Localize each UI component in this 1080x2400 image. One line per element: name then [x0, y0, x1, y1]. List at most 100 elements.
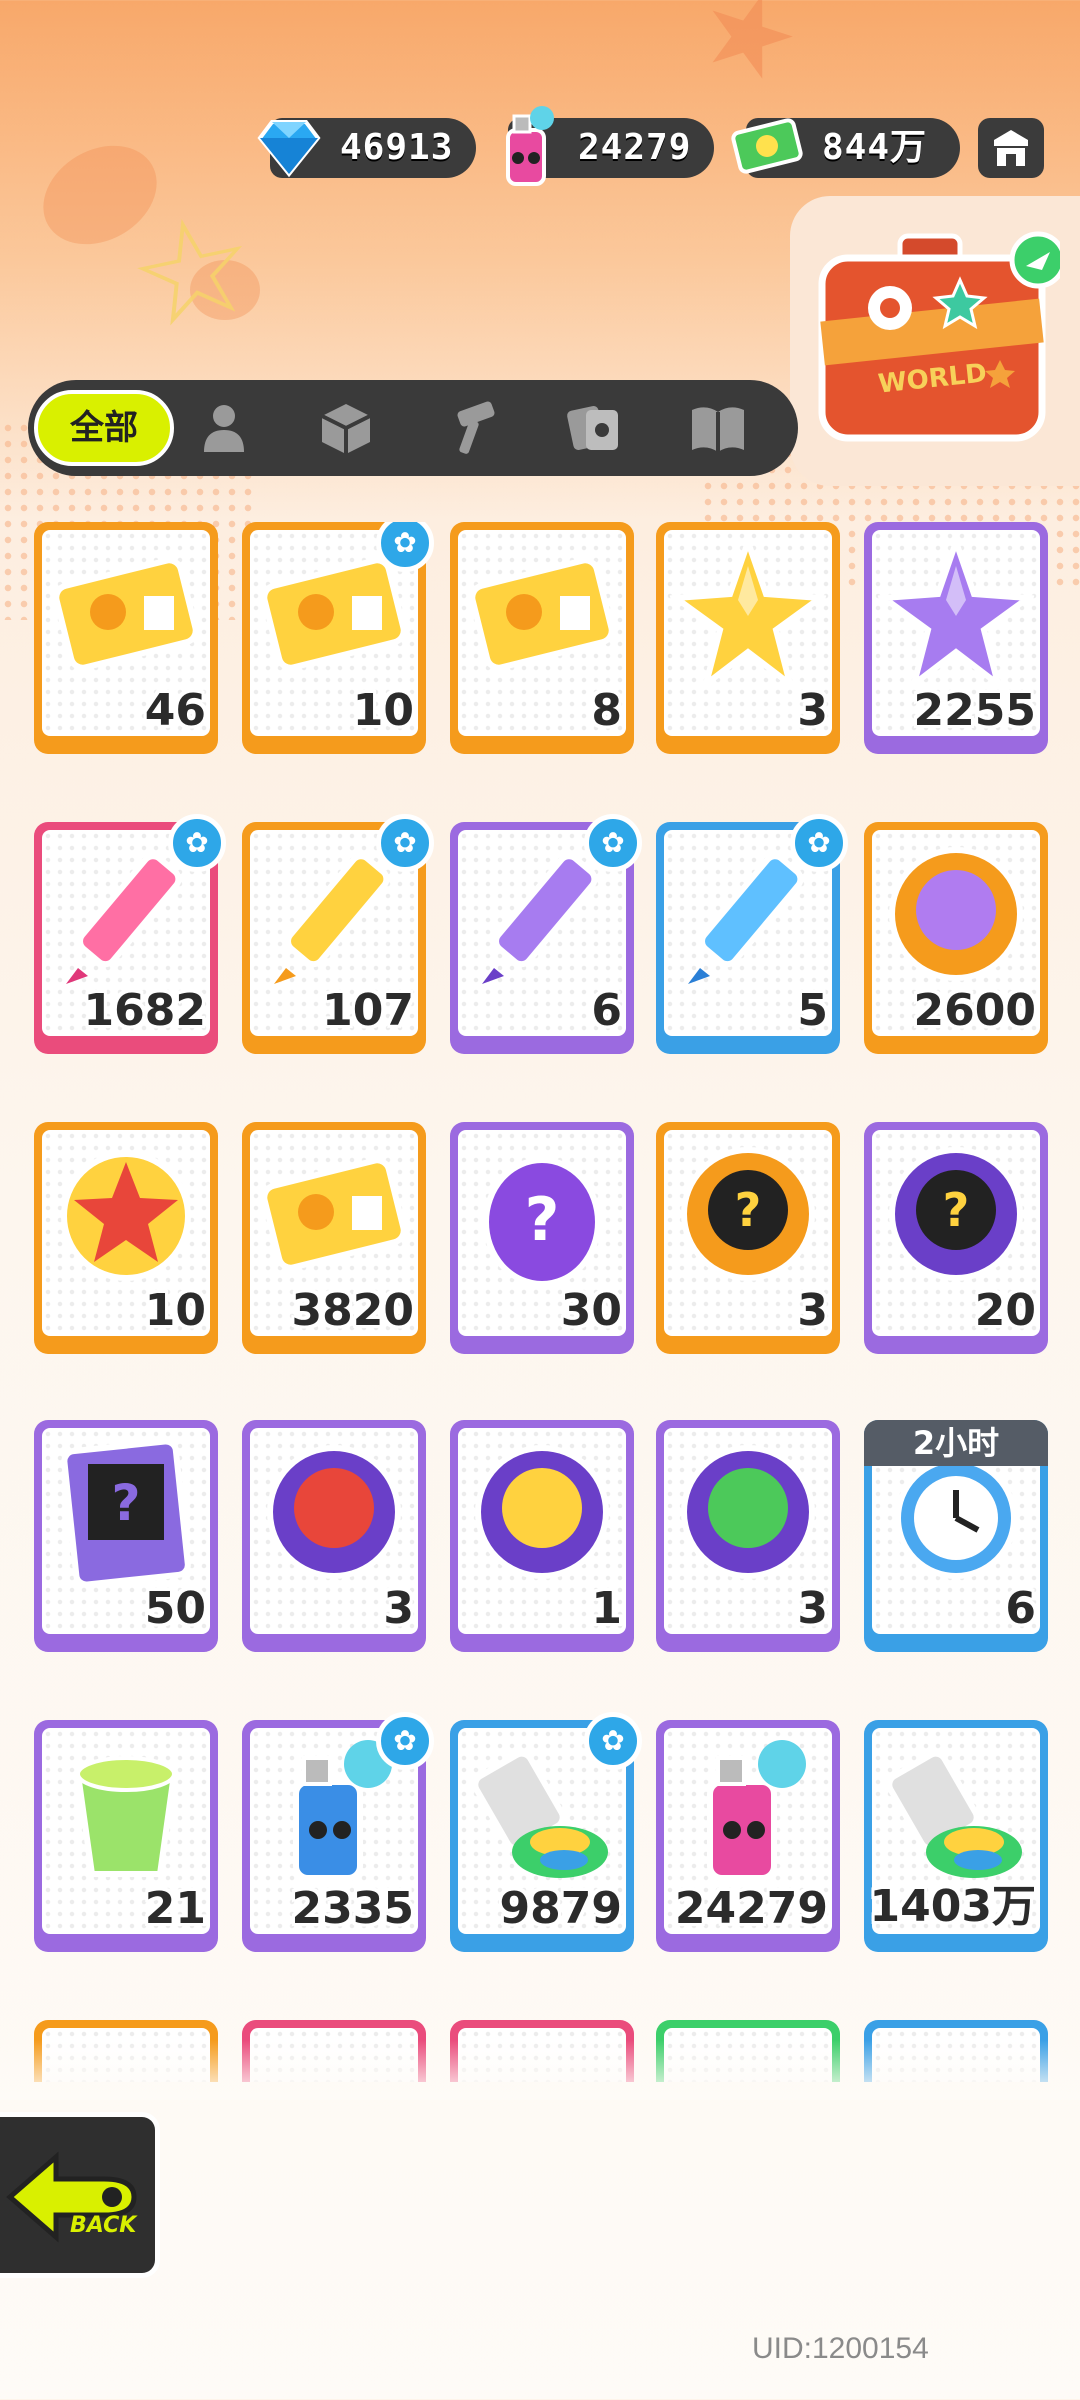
cool-coin-icon: [889, 847, 1023, 981]
inventory-item[interactable]: ✿ 1682: [34, 814, 226, 1054]
inventory-item[interactable]: ✿ 5: [656, 814, 848, 1054]
star-burst-icon: [61, 1151, 191, 1281]
inventory-item[interactable]: 2小时 6: [864, 1420, 1048, 1652]
grid-fade: [0, 2040, 1080, 2100]
svg-text:?: ?: [735, 1183, 762, 1237]
item-quantity: 2255: [913, 685, 1036, 736]
suitcase-icon: [818, 231, 1060, 442]
item-quantity: 8: [591, 685, 622, 736]
suitcase-panel[interactable]: WORLD: [790, 196, 1080, 486]
inventory-item[interactable]: ? 20: [864, 1122, 1048, 1354]
item-quantity: 1682: [83, 985, 206, 1036]
inventory-item[interactable]: ✿ 9879: [450, 1712, 642, 1952]
item-quantity: 5: [797, 985, 828, 1036]
purple-ticket-icon: [469, 557, 615, 671]
shop-icon: [994, 130, 1028, 166]
mystery-egg-icon: ?: [483, 1157, 601, 1287]
item-quantity: 46: [144, 685, 206, 736]
item-quantity: 3820: [291, 1285, 414, 1336]
shop-button[interactable]: [978, 118, 1044, 178]
inventory-item[interactable]: 24279: [656, 1720, 840, 1952]
rainbow-tube-icon: [886, 1750, 1022, 1878]
item-quantity: 2600: [913, 985, 1036, 1036]
green-cup-icon: [74, 1756, 178, 1877]
inventory-item[interactable]: 10: [34, 1122, 218, 1354]
inventory-item[interactable]: ✿ 6: [450, 814, 642, 1054]
item-quantity: 6: [591, 985, 622, 1036]
plant-orb-icon: [681, 1445, 815, 1579]
gold-mystery-badge-icon: ?: [681, 1147, 815, 1281]
rainbow-star-icon: [670, 536, 826, 692]
item-quantity: 1: [591, 1583, 622, 1634]
person-icon[interactable]: [194, 398, 254, 458]
red-fish-orb-icon: [267, 1445, 401, 1579]
box-icon[interactable]: [316, 398, 376, 458]
pink-spray-icon: [707, 1740, 806, 1881]
inventory-item[interactable]: ✿ 2335: [242, 1712, 434, 1952]
inventory-item[interactable]: 3: [656, 1420, 840, 1652]
book-icon[interactable]: [688, 398, 748, 458]
spray-value: 24279: [578, 127, 692, 168]
item-quantity: 1403万: [869, 1881, 1036, 1932]
item-quantity: 9879: [499, 1883, 622, 1934]
bg-star-icon: ☆: [114, 178, 272, 365]
svg-text:?: ?: [525, 1185, 560, 1255]
cards-icon[interactable]: [564, 398, 624, 458]
bg-star-icon: ★: [682, 0, 816, 111]
inventory-item[interactable]: 21: [34, 1720, 218, 1952]
yellow-squid-orb-icon: [475, 1445, 609, 1579]
svg-text:?: ?: [943, 1183, 970, 1237]
palm-tree-badge-icon: ✿: [376, 1712, 434, 1770]
item-timer: 2小时: [864, 1420, 1048, 1466]
purple-mystery-badge-icon: ?: [889, 1147, 1023, 1281]
diamond-icon: [257, 120, 321, 178]
item-quantity: 3: [797, 1285, 828, 1336]
inventory-item[interactable]: 1: [450, 1420, 634, 1652]
inventory-grid: 46 ✿ 10 8 3 2255 ✿ 1682 ✿ 107 ✿ 6 ✿ 5 2600: [34, 522, 1054, 2082]
travel-card-icon: ?: [61, 1438, 191, 1588]
item-quantity: 3: [797, 685, 828, 736]
inventory-item[interactable]: 3820: [242, 1122, 426, 1354]
inventory-item[interactable]: ✿ 107: [242, 814, 434, 1054]
inventory-item[interactable]: 3: [656, 522, 840, 754]
season-ticket-icon: [261, 1157, 407, 1271]
inventory-item[interactable]: 8: [450, 522, 634, 754]
cash-value: 844万: [822, 127, 928, 168]
inventory-item[interactable]: ? 30: [450, 1122, 634, 1354]
item-quantity: 107: [322, 985, 414, 1036]
inventory-item[interactable]: 2255: [864, 522, 1048, 754]
item-quantity: 20: [974, 1285, 1036, 1336]
inventory-item[interactable]: 2600: [864, 822, 1048, 1054]
inventory-item[interactable]: ? 3: [656, 1122, 840, 1354]
palm-tree-badge-icon: ✿: [376, 814, 434, 872]
palm-tree-badge-icon: ✿: [584, 1712, 642, 1770]
purple-star-icon: [878, 536, 1034, 692]
hammer-icon[interactable]: [442, 398, 502, 458]
gold-ticket-icon: [53, 557, 199, 671]
back-button[interactable]: BACK: [0, 2112, 160, 2278]
palm-tree-badge-icon: ✿: [168, 814, 226, 872]
item-quantity: 3: [383, 1583, 414, 1634]
tab-all[interactable]: 全部: [34, 390, 174, 466]
inventory-item[interactable]: ? 50: [34, 1420, 218, 1652]
item-quantity: 3: [797, 1583, 828, 1634]
svg-text:?: ?: [111, 1474, 140, 1532]
diamond-value: 46913: [340, 127, 454, 168]
palm-tree-badge-icon: ✿: [584, 814, 642, 872]
back-label: BACK: [70, 2213, 137, 2238]
item-quantity: 50: [144, 1583, 206, 1634]
tab-all-label: 全部: [70, 408, 138, 448]
item-quantity: 30: [560, 1285, 622, 1336]
inventory-item[interactable]: 3: [242, 1420, 426, 1652]
item-quantity: 6: [1005, 1583, 1036, 1634]
item-quantity: 10: [352, 685, 414, 736]
palm-tree-badge-icon: ✿: [376, 522, 434, 572]
inventory-item[interactable]: ✿ 10: [242, 522, 434, 754]
inventory-item[interactable]: 46: [34, 522, 218, 754]
cash-icon: [731, 118, 803, 174]
item-quantity: 10: [144, 1285, 206, 1336]
inventory-item[interactable]: 1403万: [864, 1720, 1048, 1952]
item-quantity: 24279: [674, 1883, 828, 1934]
spray-can-icon: [506, 106, 554, 186]
palm-tree-badge-icon: ✿: [790, 814, 848, 872]
